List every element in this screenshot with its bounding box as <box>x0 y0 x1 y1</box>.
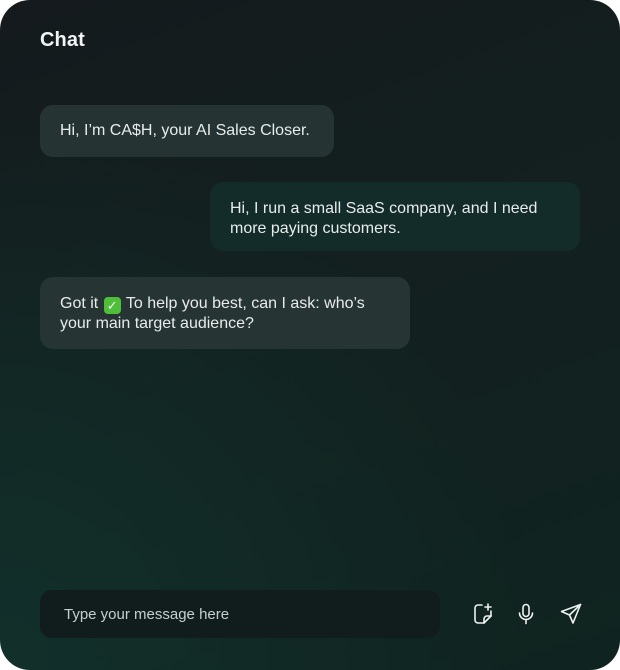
attach-icon <box>474 603 492 624</box>
chat-panel: Chat Hi, I’m CA$H, your AI Sales Closer.… <box>0 0 620 670</box>
microphone-icon <box>518 603 534 625</box>
send-button[interactable] <box>557 600 585 628</box>
message-input[interactable] <box>40 590 440 638</box>
bot-message: Got it ✓ To help you best, can I ask: wh… <box>40 277 410 349</box>
attach-button[interactable] <box>469 600 497 628</box>
check-mark-icon: ✓ <box>103 297 121 314</box>
bot-message: Hi, I’m CA$H, your AI Sales Closer. <box>40 105 334 157</box>
send-icon <box>560 603 582 624</box>
microphone-button[interactable] <box>512 600 540 628</box>
message-composer <box>40 590 440 638</box>
message-text: Hi, I’m CA$H, your AI Sales Closer. <box>60 122 310 139</box>
chat-title: Chat <box>40 29 85 51</box>
message-text: Hi, I run a small SaaS company, and I ne… <box>230 200 538 237</box>
message-text-start: Got it <box>60 295 99 312</box>
user-message: Hi, I run a small SaaS company, and I ne… <box>210 182 580 251</box>
